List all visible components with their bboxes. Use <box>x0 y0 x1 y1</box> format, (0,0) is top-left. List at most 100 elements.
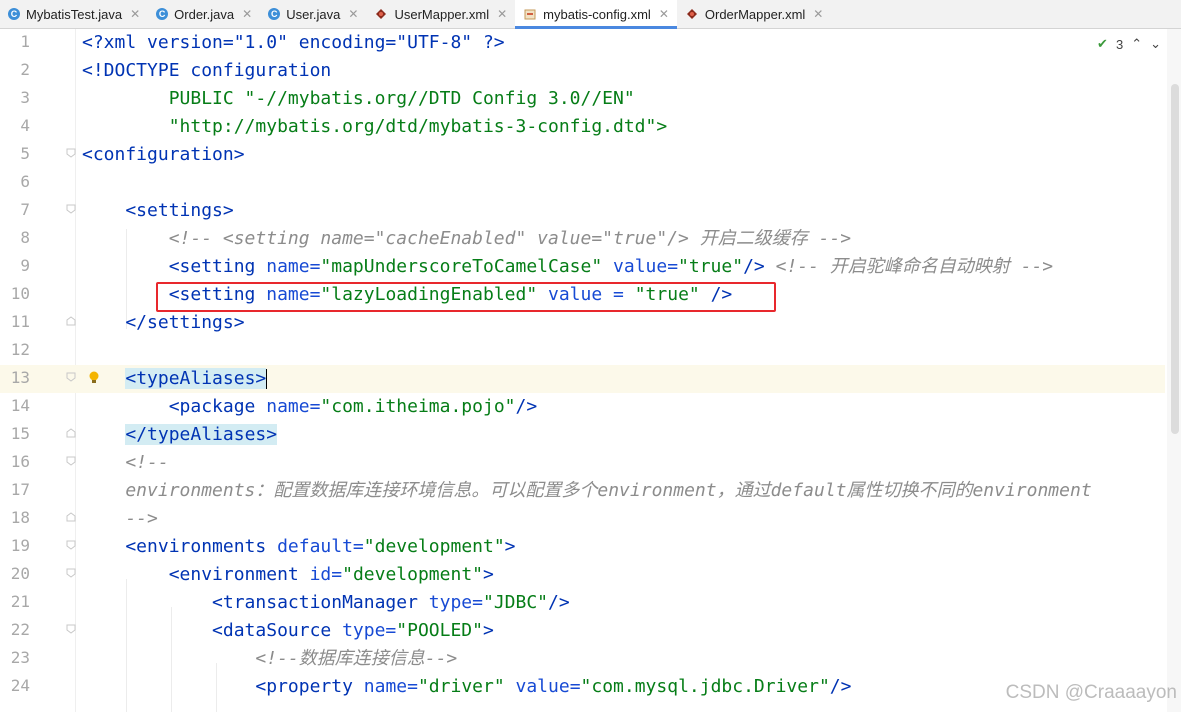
xml-value: "POOLED" <box>396 620 483 641</box>
code-line-11: 11 </settings> <box>0 309 1165 337</box>
xml-tag-end: /> <box>548 592 570 613</box>
xml-tag: <setting <box>82 256 256 277</box>
line-number: 5 <box>20 144 30 163</box>
code-text: --> <box>82 508 158 529</box>
code-text: <property name="driver" value="com.mysql… <box>82 676 851 698</box>
line-number: 15 <box>10 424 30 443</box>
code-text: <!--数据库连接信息--> <box>82 648 458 669</box>
fold-icon[interactable] <box>66 512 76 522</box>
code-text: <!DOCTYPE configuration <box>82 60 332 81</box>
mapper-xml-icon <box>685 7 699 21</box>
xml-tag: <transactionManager <box>82 592 418 613</box>
tab-label: mybatis-config.xml <box>543 6 651 22</box>
line-number: 18 <box>10 508 30 527</box>
fold-icon[interactable] <box>66 204 76 214</box>
line-number: 9 <box>20 256 30 275</box>
chevron-down-icon[interactable]: ⌄ <box>1150 36 1161 52</box>
tab-label: Order.java <box>174 6 235 22</box>
tab-user-java[interactable]: C User.java ✕ <box>260 0 366 28</box>
code-text: <package name="com.itheima.pojo"/> <box>82 396 538 418</box>
close-icon[interactable]: ✕ <box>348 7 358 21</box>
xml-attr: type= <box>417 592 483 613</box>
close-icon[interactable]: ✕ <box>242 7 252 21</box>
line-number: 1 <box>20 32 30 51</box>
xml-value: "JDBC" <box>482 592 549 613</box>
xml-value: "development" <box>363 536 505 557</box>
code-line-16: 16 <!-- <box>0 449 1165 477</box>
tab-mybatis-config-xml[interactable]: mybatis-config.xml ✕ <box>515 0 677 29</box>
close-icon[interactable]: ✕ <box>813 7 823 21</box>
java-class-icon: C <box>156 8 169 20</box>
xml-comment: <!-- 开启驼峰命名自动映射 --> <box>764 256 1054 277</box>
xml-tag-end: > <box>504 536 516 557</box>
code-editor[interactable]: 1 <?xml version="1.0" encoding="UTF-8" ?… <box>0 29 1181 712</box>
line-number: 13 <box>10 368 30 387</box>
xml-tag: <typeAliases> <box>125 368 267 389</box>
fold-icon[interactable] <box>66 540 76 550</box>
code-text: <setting name="mapUnderscoreToCamelCase"… <box>82 256 1053 278</box>
line-number: 23 <box>10 648 30 667</box>
xml-value: "com.itheima.pojo" <box>320 396 516 417</box>
tab-label: UserMapper.xml <box>394 6 490 22</box>
xml-tag: <environment <box>82 564 299 585</box>
line-number: 20 <box>10 564 30 583</box>
inspection-widget[interactable]: ✔ 3 ⌃ ⌄ <box>1097 36 1161 52</box>
code-line-3: 3 PUBLIC "-//mybatis.org//DTD Config 3.0… <box>0 85 1165 113</box>
code-line-7: 7 <settings> <box>0 197 1165 225</box>
check-icon: ✔ <box>1097 36 1108 51</box>
fold-icon[interactable] <box>66 316 76 326</box>
line-number: 24 <box>10 676 30 695</box>
fold-icon[interactable] <box>66 568 76 578</box>
code-line-4: 4 "http://mybatis.org/dtd/mybatis-3-conf… <box>0 113 1165 141</box>
code-text: <environments default="development"> <box>82 536 516 558</box>
chevron-up-icon[interactable]: ⌃ <box>1131 36 1142 52</box>
java-class-icon: C <box>8 8 20 20</box>
fold-icon[interactable] <box>66 456 76 466</box>
code-line-13: 13 <typeAliases> <box>0 365 1165 393</box>
code-text: <transactionManager type="JDBC"/> <box>82 592 570 614</box>
close-icon[interactable]: ✕ <box>497 7 507 21</box>
code-text: </typeAliases> <box>82 424 278 446</box>
line-number: 2 <box>20 60 30 79</box>
fold-icon[interactable] <box>66 372 76 382</box>
fold-icon[interactable] <box>66 148 76 158</box>
code-line-2: 2 <!DOCTYPE configuration <box>0 57 1165 85</box>
xml-tag: <package <box>82 396 256 417</box>
vertical-scrollbar[interactable] <box>1167 29 1181 712</box>
tab-usermapper-xml[interactable]: UserMapper.xml ✕ <box>366 0 515 28</box>
code-text: "http://mybatis.org/dtd/mybatis-3-config… <box>82 116 668 137</box>
scrollbar-thumb[interactable] <box>1171 84 1179 434</box>
code-line-24: 24 <property name="driver" value="com.my… <box>0 673 1165 701</box>
code-line-15: 15 </typeAliases> <box>0 421 1165 449</box>
code-text: PUBLIC "-//mybatis.org//DTD Config 3.0//… <box>82 88 635 109</box>
line-number: 12 <box>10 340 30 359</box>
code-text: <!-- <setting name="cacheEnabled" value=… <box>82 228 852 249</box>
code-line-6: 6 <box>0 169 1165 197</box>
xml-value: "com.mysql.jdbc.Driver" <box>580 676 830 697</box>
tab-mybatistest-java[interactable]: C MybatisTest.java ✕ <box>0 0 148 28</box>
close-icon[interactable]: ✕ <box>659 7 669 21</box>
fold-icon[interactable] <box>66 624 76 634</box>
code-line-14: 14 <package name="com.itheima.pojo"/> <box>0 393 1165 421</box>
code-line-21: 21 <transactionManager type="JDBC"/> <box>0 589 1165 617</box>
xml-value: "driver" <box>417 676 505 697</box>
fold-icon[interactable] <box>66 428 76 438</box>
code-text: <typeAliases> <box>82 368 268 390</box>
tab-ordermapper-xml[interactable]: OrderMapper.xml ✕ <box>677 0 831 28</box>
xml-value: "mapUnderscoreToCamelCase" <box>320 256 603 277</box>
text-caret <box>266 369 268 389</box>
code-text: <!-- <box>82 452 169 473</box>
xml-tag: <property <box>82 676 353 697</box>
close-icon[interactable]: ✕ <box>130 7 140 21</box>
xml-attr: type= <box>331 620 397 641</box>
code-line-23: 23 <!--数据库连接信息--> <box>0 645 1165 673</box>
line-number: 8 <box>20 228 30 247</box>
tab-order-java[interactable]: C Order.java ✕ <box>148 0 260 28</box>
xml-attr: id= <box>298 564 343 585</box>
xml-value: "true" <box>678 256 744 277</box>
java-class-icon: C <box>268 8 281 20</box>
xml-tag: <environments <box>82 536 267 557</box>
line-number: 4 <box>20 116 30 135</box>
code-line-12: 12 <box>0 337 1165 365</box>
tab-label: OrderMapper.xml <box>704 6 806 22</box>
